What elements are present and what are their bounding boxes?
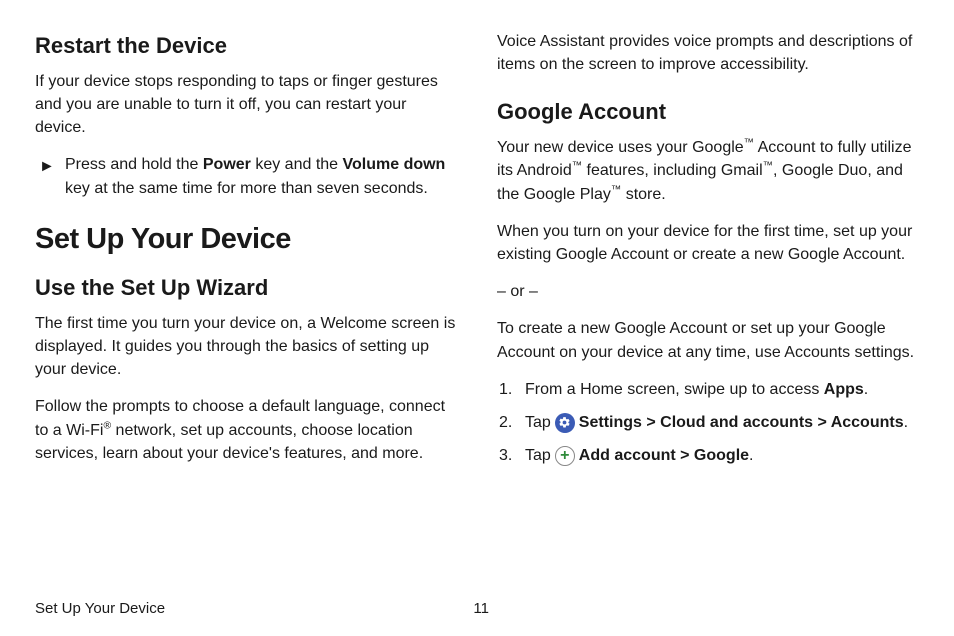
paragraph-google-1: Your new device uses your Google™ Accoun… [497,136,919,206]
step-2: 2. Tap Settings > Cloud and accounts > A… [497,411,919,434]
text: key at the same time for more than seven… [65,180,428,197]
settings-icon [555,413,575,433]
sup-registered: ® [103,420,111,431]
paragraph-or: – or – [497,280,919,303]
heading-google: Google Account [497,96,919,128]
bold-cloud: Cloud and accounts [660,414,813,431]
text: Tap [525,411,551,434]
paragraph-wizard-1: The first time you turn your device on, … [35,312,457,382]
text: Your new device uses your Google [497,139,744,156]
text: . [864,381,868,398]
heading-restart: Restart the Device [35,30,457,62]
bold-apps: Apps [824,381,864,398]
step-body: From a Home screen, swipe up to access A… [525,378,919,401]
step-number: 2. [499,411,519,434]
sup-tm: ™ [611,184,621,195]
bold-accounts: Accounts [831,414,904,431]
step-number: 1. [499,378,519,401]
footer-page-number: 11 [473,598,489,620]
text: Press and hold the [65,156,203,173]
right-column: Voice Assistant provides voice prompts a… [497,30,919,580]
chevron-right: > [813,414,831,431]
paragraph-wizard-2: Follow the prompts to choose a default l… [35,395,457,465]
bullet-body: Press and hold the Power key and the Vol… [65,153,457,199]
paragraph-voice: Voice Assistant provides voice prompts a… [497,30,919,76]
text: key and the [251,156,343,173]
paragraph-google-3: To create a new Google Account or set up… [497,317,919,363]
step-number: 3. [499,444,519,467]
bold-google: Google [694,447,749,464]
sup-tm: ™ [744,138,754,149]
heading-wizard: Use the Set Up Wizard [35,272,457,304]
bold-power: Power [203,156,251,173]
text: . [904,414,908,431]
step-body: Tap + Add account > Google. [525,444,919,467]
text: Tap [525,444,551,467]
text: store. [621,186,665,203]
bold-add-account: Add account [579,447,676,464]
text: features, including Gmail [582,162,763,179]
chevron-right: > [676,447,694,464]
text: From a Home screen, swipe up to access [525,381,824,398]
text: . [749,447,753,464]
plus-icon: + [555,446,575,466]
left-column: Restart the Device If your device stops … [35,30,457,580]
bullet-marker-icon: ► [39,153,57,199]
paragraph-restart: If your device stops responding to taps … [35,70,457,140]
paragraph-google-2: When you turn on your device for the fir… [497,220,919,266]
step-body: Tap Settings > Cloud and accounts > Acco… [525,411,919,434]
step-3: 3. Tap + Add account > Google. [497,444,919,467]
sup-tm: ™ [763,161,773,172]
heading-setup: Set Up Your Device [35,218,457,260]
footer-section: Set Up Your Device [35,598,165,620]
bullet-restart-step: ► Press and hold the Power key and the V… [35,153,457,199]
sup-tm: ™ [572,161,582,172]
chevron-right: > [642,414,660,431]
bold-settings: Settings [579,414,642,431]
bold-volume-down: Volume down [343,156,446,173]
step-1: 1. From a Home screen, swipe up to acces… [497,378,919,401]
page-footer: Set Up Your Device 11 [35,598,919,620]
